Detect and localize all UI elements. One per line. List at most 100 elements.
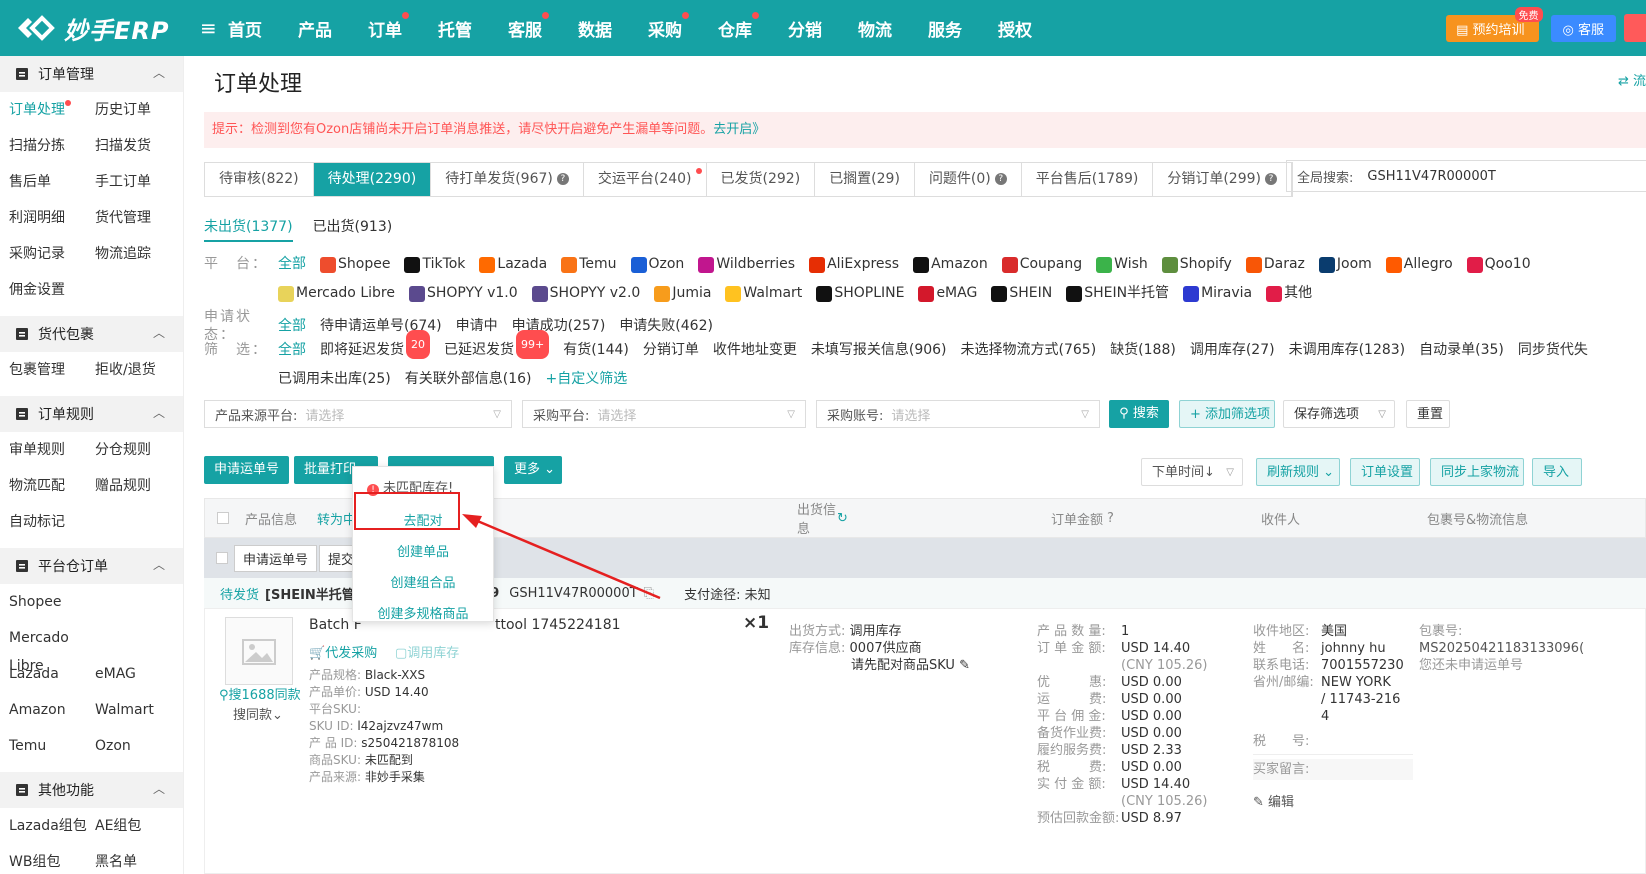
more-button[interactable]: 更多 ⌄ xyxy=(504,456,562,484)
platform-option[interactable]: Qoo10 xyxy=(1466,250,1531,279)
status-tab[interactable]: 问题件(0)? xyxy=(915,163,1022,196)
sidebar-item[interactable]: 售后单 xyxy=(9,168,95,204)
status-tab[interactable]: 已发货(292) xyxy=(707,163,816,196)
platform-option[interactable]: Shopee xyxy=(320,250,390,279)
sidebar-item[interactable]: 包裹管理 xyxy=(9,356,95,392)
sidebar-item[interactable]: 手工订单 xyxy=(95,168,181,204)
nav-item[interactable]: 分销 xyxy=(788,16,858,41)
platform-option[interactable]: Mercado Libre xyxy=(278,279,395,308)
nav-item[interactable]: 客服 xyxy=(508,11,578,41)
nav-item[interactable]: 首页 xyxy=(228,16,298,41)
status-tab[interactable]: 待处理(2290) xyxy=(313,163,432,196)
filter-option[interactable]: 同步货代失 xyxy=(1518,336,1588,365)
ship-subtab[interactable]: 已出货(913) xyxy=(313,216,393,242)
sidebar-item[interactable]: WB组包 xyxy=(9,848,95,874)
sort-time-select[interactable]: 下单时间↓ ▽ xyxy=(1141,458,1243,486)
platform-option[interactable]: Ozon xyxy=(630,250,684,279)
service-button[interactable]: ◎ 客服 xyxy=(1550,14,1616,42)
status-tab[interactable]: 已搁置(29) xyxy=(815,163,915,196)
nav-item[interactable]: 授权 xyxy=(998,16,1068,41)
filter-option[interactable]: 已延迟发货 99+ xyxy=(444,330,550,365)
platform-option[interactable]: Amazon xyxy=(913,250,988,279)
platform-option[interactable]: SHEIN半托管 xyxy=(1066,279,1169,308)
filter-option[interactable]: 即将延迟发货 20 xyxy=(320,330,430,365)
sidebar-item[interactable]: 黑名单 xyxy=(95,848,181,874)
platform-option[interactable]: eMAG xyxy=(918,279,977,308)
nav-item[interactable]: 数据 xyxy=(578,16,648,41)
platform-option[interactable]: Lazada xyxy=(479,250,547,279)
filter-option[interactable]: 有关联外部信息(16) xyxy=(405,365,532,394)
filter-option[interactable]: 全部 xyxy=(278,336,306,365)
sidebar-item[interactable]: 赠品规则 xyxy=(95,472,181,508)
platform-option[interactable]: 全部 xyxy=(278,250,306,279)
platform-option[interactable]: 其他 xyxy=(1266,279,1312,308)
platform-option[interactable]: Wildberries xyxy=(698,250,795,279)
platform-option[interactable]: Wish xyxy=(1096,250,1148,279)
menu-toggle-icon[interactable]: ≡ xyxy=(200,16,228,40)
platform-option[interactable]: Temu xyxy=(561,250,617,279)
sidebar-item[interactable]: eMAG xyxy=(95,660,181,696)
select-all-checkbox[interactable] xyxy=(217,512,229,524)
filter-option[interactable]: 调用库存(27) xyxy=(1190,336,1275,365)
sidebar-item[interactable]: 佣金设置 xyxy=(9,276,95,312)
sidebar-item[interactable]: Temu xyxy=(9,732,95,768)
use-stock-link[interactable]: ▢调用库存 xyxy=(395,645,459,662)
copy-icon[interactable]: ⎘ xyxy=(644,586,654,601)
bulk-checkbox[interactable] xyxy=(216,552,228,564)
platform-option[interactable]: AliExpress xyxy=(809,250,899,279)
sidebar-item[interactable]: Amazon xyxy=(9,696,95,732)
sidebar-item[interactable]: 历史订单 xyxy=(95,96,181,132)
platform-option[interactable]: SHOPYY v2.0 xyxy=(531,279,640,308)
edit-receiver-button[interactable]: ✎ 编辑 xyxy=(1253,794,1413,811)
sidebar-section[interactable]: 货代包裹 ︿ xyxy=(0,316,183,352)
status-tab[interactable]: 待打单发货(967)? xyxy=(431,163,584,196)
sidebar-item[interactable]: AE组包 xyxy=(95,812,181,848)
sidebar-item[interactable]: 拒收/退货 xyxy=(95,356,181,392)
sidebar-item[interactable]: 自动标记 xyxy=(9,508,95,544)
sidebar-item[interactable]: 货代管理 xyxy=(95,204,181,240)
filter-option[interactable]: 已调用未出库(25) xyxy=(278,365,391,394)
platform-option[interactable]: Jumia xyxy=(654,279,711,308)
sidebar-item[interactable]: 订单处理 xyxy=(9,96,95,132)
sidebar-item[interactable]: 扫描发货 xyxy=(95,132,181,168)
nav-item[interactable]: 订单 xyxy=(368,11,438,41)
reset-button[interactable]: 重置 xyxy=(1406,400,1450,428)
sidebar-section[interactable]: 订单规则 ︿ xyxy=(0,396,183,432)
platform-option[interactable]: TikTok xyxy=(404,250,465,279)
sidebar-item[interactable]: Shopee xyxy=(9,588,95,624)
platform-option[interactable]: SHOPYY v1.0 xyxy=(408,279,518,308)
create-combo-link[interactable]: 创建组合品 xyxy=(353,572,493,591)
filter-option[interactable]: 未调用库存(1283) xyxy=(1289,336,1406,365)
nav-item[interactable]: 托管 xyxy=(438,16,508,41)
global-search-input[interactable]: 全局搜索: GSH11V47R00000T xyxy=(1286,160,1646,192)
platform-option[interactable]: Allegro xyxy=(1385,250,1453,279)
create-single-link[interactable]: 创建单品 xyxy=(353,541,493,560)
flow-link[interactable]: ⇄ 流 xyxy=(1618,70,1646,89)
cart-button[interactable] xyxy=(1624,14,1646,42)
sidebar-item[interactable]: Walmart xyxy=(95,696,181,732)
nav-item[interactable]: 仓库 xyxy=(718,11,788,41)
sidebar-item[interactable]: 利润明细 xyxy=(9,204,95,240)
create-variant-link[interactable]: 创建多规格商品 xyxy=(353,603,493,622)
status-tab[interactable]: 交运平台(240) xyxy=(584,163,707,196)
dropship-purchase-link[interactable]: 🛒代发采购 xyxy=(309,645,377,662)
search-same-link[interactable]: 搜同款⌄ xyxy=(233,707,283,724)
sidebar-item[interactable]: 扫描分拣 xyxy=(9,132,95,168)
sidebar-item[interactable]: Lazada xyxy=(9,660,95,696)
brand-logo[interactable]: 妙手ERP xyxy=(0,9,202,47)
apply-waybill-button[interactable]: 申请运单号 xyxy=(204,456,290,484)
filter-option[interactable]: 自动录单(35) xyxy=(1419,336,1504,365)
sidebar-item[interactable]: Ozon xyxy=(95,732,181,768)
sidebar-section[interactable]: 平台仓订单 ︿ xyxy=(0,548,183,584)
platform-option[interactable]: Shopify xyxy=(1161,250,1232,279)
bulk-apply-button[interactable]: 申请运单号 xyxy=(234,544,318,572)
sidebar-item[interactable]: 分仓规则 xyxy=(95,436,181,472)
filter-option[interactable]: 缺货(188) xyxy=(1110,336,1176,365)
add-filter-button[interactable]: + 添加筛选项 xyxy=(1179,400,1275,428)
sidebar-item[interactable]: 采购记录 xyxy=(9,240,95,276)
status-tab[interactable]: 分销订单(299)? xyxy=(1153,163,1292,196)
sidebar-item[interactable]: 物流追踪 xyxy=(95,240,181,276)
import-button[interactable]: 导入 xyxy=(1532,458,1582,486)
search-button[interactable]: ⚲ 搜索 xyxy=(1109,400,1169,428)
platform-option[interactable]: Coupang xyxy=(1001,250,1082,279)
